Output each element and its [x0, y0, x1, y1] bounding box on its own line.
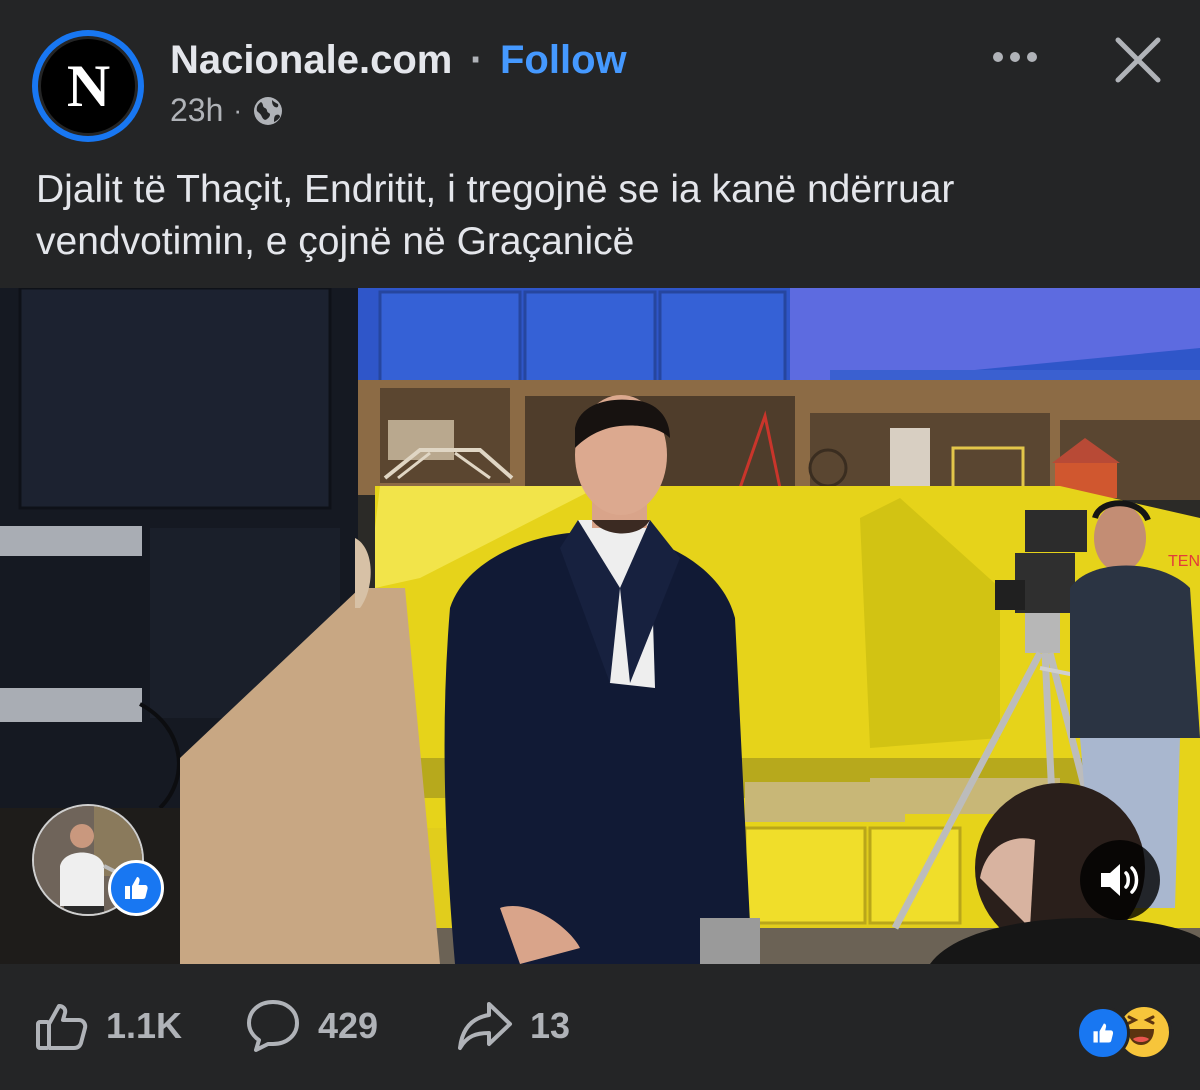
page-avatar[interactable]: N	[32, 30, 144, 142]
like-reaction-icon	[1076, 1006, 1130, 1060]
avatar-letter: N	[66, 53, 110, 119]
comment-button[interactable]: 429	[244, 996, 378, 1056]
more-options-icon[interactable]	[990, 40, 1040, 74]
meta-separator: ·	[233, 95, 243, 125]
follow-button[interactable]: Follow	[500, 38, 627, 83]
video-player[interactable]: TENDA	[0, 288, 1200, 964]
post-timestamp[interactable]: 23h	[170, 92, 223, 129]
like-button[interactable]: 1.1K	[34, 996, 182, 1056]
like-reaction-badge	[108, 860, 164, 916]
post-meta: 23h ·	[170, 92, 284, 129]
share-count: 13	[530, 1005, 571, 1046]
share-icon	[458, 1002, 512, 1050]
reaction-summary[interactable]	[1076, 1004, 1172, 1060]
video-frame: TENDA	[0, 288, 1200, 964]
post-text: Djalit të Thaçit, Endritit, i tregojnë s…	[36, 168, 955, 263]
sound-toggle-button[interactable]	[1080, 840, 1160, 920]
close-icon[interactable]	[1112, 34, 1164, 86]
volume-icon	[1101, 864, 1139, 896]
post-header: N Nacionale.com · Follow 23h ·	[0, 0, 1200, 150]
background-sign-text: TENDA	[1168, 553, 1200, 570]
like-count: 1.1K	[106, 1005, 183, 1046]
thumbs-up-icon	[36, 1004, 88, 1050]
share-button[interactable]: 13	[456, 996, 570, 1056]
like-icon	[1093, 1023, 1114, 1043]
avatar-logo: N	[38, 36, 138, 136]
facebook-post: N Nacionale.com · Follow 23h · Djalit të…	[0, 0, 1200, 1090]
post-actions-bar: 1.1K 429 13	[0, 964, 1200, 1090]
comment-count: 429	[318, 1005, 379, 1046]
like-icon	[125, 877, 148, 899]
comment-icon	[247, 1000, 299, 1052]
page-name-link[interactable]: Nacionale.com	[170, 38, 452, 83]
name-separator: ·	[470, 38, 484, 82]
globe-icon	[254, 96, 283, 125]
